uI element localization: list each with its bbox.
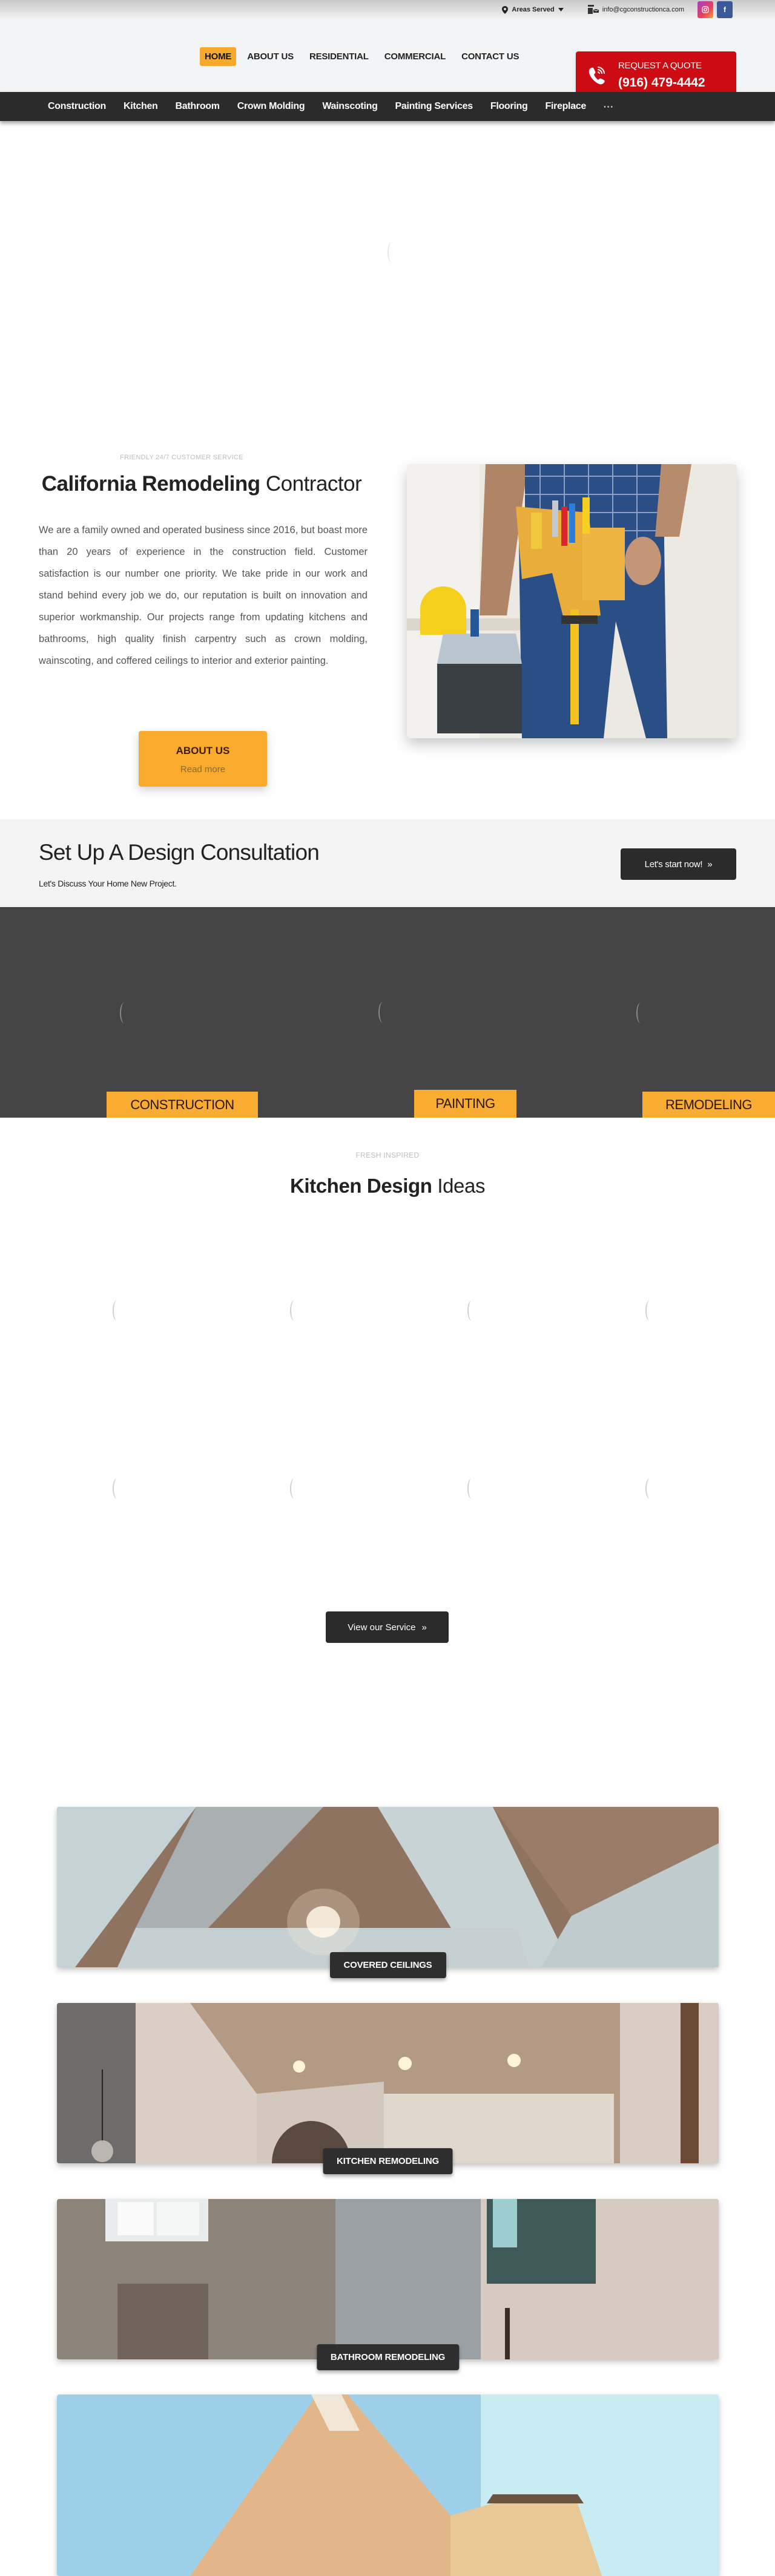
request-quote-label: REQUEST A QUOTE [618,60,702,71]
areas-served-label: Areas Served [512,6,555,13]
facebook-link[interactable]: f [717,1,733,18]
about-title: California Remodeling Contractor [0,472,403,496]
loading-spinner-icon [113,1478,121,1499]
ideas-title: Kitchen Design Ideas [0,1175,775,1198]
instagram-link[interactable] [698,1,713,18]
ideas-title-rest: Ideas [432,1175,486,1197]
phone-ringing-icon [576,65,618,85]
ideas-title-bold: Kitchen Design [289,1175,432,1197]
gallery-card-covered-ceilings[interactable]: COVERED CEILINGS [57,1807,719,1978]
double-chevron-right-icon: » [707,859,713,870]
view-our-service-button[interactable]: View our Service » [326,1611,449,1643]
about-us-button-title: ABOUT US [176,745,230,756]
consultation-section: Set Up A Design Consultation Let's Discu… [0,819,775,907]
caret-down-icon [558,8,564,11]
subnav-more-button[interactable]: ··· [604,102,614,111]
double-chevron-right-icon: » [421,1622,427,1633]
contractor-image [407,464,737,738]
nav-residential[interactable]: RESIDENTIAL [305,47,374,66]
loading-spinner-icon [388,242,396,263]
loading-spinner-icon [290,1300,298,1321]
subnav-crown-molding[interactable]: Crown Molding [237,101,305,112]
email-icon [587,5,599,14]
about-title-bold: California Remodeling [41,472,260,496]
subnav-kitchen[interactable]: Kitchen [124,101,158,112]
gallery-card-kitchen-remodeling[interactable]: KITCHEN REMODELING [57,2003,719,2174]
subnav-flooring[interactable]: Flooring [490,101,528,112]
subnav-bathroom[interactable]: Bathroom [176,101,220,112]
subnav-construction[interactable]: Construction [48,101,106,112]
subnav-wainscoting[interactable]: Wainscoting [322,101,378,112]
social-links: f [698,1,733,18]
gallery-card-bathroom-remodeling[interactable]: BATHROOM REMODELING [57,2199,719,2370]
services-section: CONSTRUCTION PAINTING REMODELING [0,907,775,1118]
service-tag-painting[interactable]: PAINTING [414,1090,516,1118]
main-nav: HOME ABOUT US RESIDENTIAL COMMERCIAL CON… [200,47,524,66]
loading-spinner-icon [113,1300,121,1321]
lets-start-now-button[interactable]: Let's start now! » [621,848,736,880]
nav-about-us[interactable]: ABOUT US [242,47,298,66]
instagram-icon [702,6,709,13]
email-address: info@cgconstructionca.com [602,6,684,13]
about-title-rest: Contractor [260,472,362,496]
loading-spinner-icon [467,1478,476,1499]
ideas-eyebrow: FRESH INSPIRED [355,1151,420,1159]
nav-commercial[interactable]: COMMERCIAL [380,47,450,66]
exterior-house-image [57,2394,719,2576]
subnav-painting-services[interactable]: Painting Services [395,101,473,112]
service-tag-remodeling[interactable]: REMODELING [642,1092,775,1118]
about-body: We are a family owned and operated busin… [39,525,368,666]
kitchen-remodeling-label[interactable]: KITCHEN REMODELING [323,2148,453,2174]
covered-ceilings-image [57,1807,719,1967]
facebook-icon: f [724,5,726,14]
phone-number: (916) 479-4442 [618,75,705,90]
site-header: HOME ABOUT US RESIDENTIAL COMMERCIAL CON… [0,19,775,99]
loading-spinner-icon [636,1003,645,1023]
nav-contact-us[interactable]: CONTACT US [457,47,524,66]
loading-spinner-icon [378,1002,387,1023]
loading-spinner-icon [467,1300,476,1321]
about-section: FRIENDLY 24/7 CUSTOMER SERVICE Californi… [0,442,775,819]
services-nav: Construction Kitchen Bathroom Crown Mold… [0,92,775,121]
areas-served-dropdown[interactable]: Areas Served [502,5,564,14]
about-us-button[interactable]: ABOUT US Read more [139,731,267,787]
loading-spinner-icon [645,1300,654,1321]
about-eyebrow: FRIENDLY 24/7 CUSTOMER SERVICE [120,454,243,461]
gallery-card-exterior[interactable] [57,2394,719,2576]
loading-spinner-icon [290,1478,298,1499]
lets-start-now-label: Let's start now! [644,859,703,870]
subnav-fireplace[interactable]: Fireplace [545,101,586,112]
view-our-service-label: View our Service [348,1622,416,1633]
service-tag-construction[interactable]: CONSTRUCTION [107,1092,258,1118]
consultation-subtitle: Let's Discuss Your Home New Project. [39,879,177,888]
kitchen-remodeling-image [57,2003,719,2163]
map-pin-icon [502,5,509,14]
about-us-button-sub: Read more [180,764,226,775]
email-link[interactable]: info@cgconstructionca.com [587,5,684,15]
bathroom-remodeling-label[interactable]: BATHROOM REMODELING [316,2344,460,2370]
bathroom-remodeling-image [57,2199,719,2359]
covered-ceilings-label[interactable]: COVERED CEILINGS [329,1952,446,1978]
hero-section [0,121,775,453]
loading-spinner-icon [120,1003,128,1023]
consultation-title: Set Up A Design Consultation [39,840,320,865]
loading-spinner-icon [645,1478,654,1499]
top-bar: Areas Served info@cgconstructionca.com f [0,0,775,19]
nav-home[interactable]: HOME [200,47,237,66]
kitchen-ideas-section: FRESH INSPIRED Kitchen Design Ideas View… [0,1118,775,1780]
